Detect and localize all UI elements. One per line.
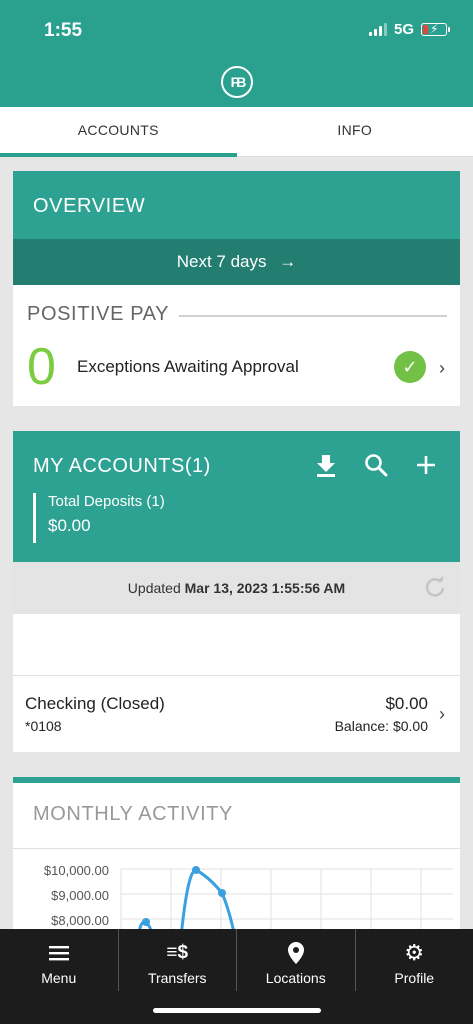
nav-transfers-label: Transfers [147, 970, 207, 986]
monthly-activity-card: MONTHLY ACTIVITY $10,000.00 $9,000.00 $8… [13, 777, 460, 938]
exceptions-label: Exceptions Awaiting Approval [77, 357, 299, 376]
monthly-activity-title: MONTHLY ACTIVITY [13, 783, 460, 849]
accounts-title: MY ACCOUNTS(1) [33, 455, 211, 477]
accounts-header: MY ACCOUNTS(1) Total Deposits (1) $0.00 [13, 431, 460, 562]
y-tick-label: $10,000.00 [44, 863, 109, 878]
data-point [192, 866, 200, 874]
overview-title: OVERVIEW [13, 171, 460, 239]
nav-menu-label: Menu [41, 970, 77, 986]
my-accounts-card: MY ACCOUNTS(1) Total Deposits (1) $0.00 … [13, 431, 460, 752]
account-amount: $0.00 [385, 694, 428, 713]
accounts-actions [312, 451, 440, 479]
bank-logo-icon: FB [221, 66, 253, 98]
monthly-activity-chart: $10,000.00 $9,000.00 $8,000.00 [44, 863, 453, 938]
status-bar: 1:55 5G ⚡ [0, 0, 473, 60]
overview-card: OVERVIEW Next 7 days → POSITIVE PAY 0 Ex… [13, 171, 460, 406]
exceptions-count: 0 [27, 338, 56, 396]
battery-icon: ⚡ [421, 22, 450, 36]
chevron-right-icon[interactable]: › [439, 358, 445, 379]
account-name: Checking (Closed) [25, 694, 165, 713]
location-pin-icon [237, 942, 355, 964]
arrow-right-icon: → [279, 252, 297, 271]
nav-transfers[interactable]: ≡$ Transfers [119, 929, 237, 991]
status-time: 1:55 [44, 20, 83, 41]
total-deposits-amount: $0.00 [48, 516, 91, 535]
total-deposits: Total Deposits (1) $0.00 [33, 493, 165, 543]
next-days-label: Next 7 days [176, 252, 267, 271]
account-balance: Balance: $0.00 [334, 718, 428, 734]
menu-icon [0, 942, 118, 964]
nav-locations-label: Locations [265, 970, 326, 986]
status-indicators: 5G ⚡ [368, 21, 450, 38]
data-point [218, 889, 226, 897]
nav-menu[interactable]: Menu [0, 929, 119, 991]
tab-info[interactable]: INFO [237, 107, 473, 156]
signal-icon [368, 23, 387, 36]
y-tick-label: $8,000.00 [51, 913, 109, 928]
data-point [142, 918, 150, 926]
transfers-icon: ≡$ [166, 942, 189, 963]
y-tick-label: $9,000.00 [51, 888, 109, 903]
app-header: FB [0, 60, 473, 107]
tab-bar: ACCOUNTS INFO [0, 107, 473, 157]
total-deposits-label: Total Deposits (1) [48, 493, 165, 510]
account-row[interactable]: Checking (Closed) *0108 $0.00 Balance: $… [13, 676, 460, 752]
positive-pay-title: POSITIVE PAY [27, 303, 170, 325]
updated-time: Mar 13, 2023 1:55:56 AM [184, 580, 346, 596]
checkmark-icon: ✓ [394, 351, 426, 383]
download-icon[interactable] [312, 451, 340, 479]
search-icon[interactable] [362, 451, 390, 479]
nav-profile[interactable]: ⚙ Profile [356, 929, 473, 991]
account-number: *0108 [25, 718, 62, 734]
home-indicator [153, 1008, 321, 1013]
spacer [13, 614, 460, 676]
series-line [136, 868, 237, 938]
tab-accounts[interactable]: ACCOUNTS [0, 107, 237, 157]
positive-pay-section[interactable]: POSITIVE PAY 0 Exceptions Awaiting Appro… [13, 285, 460, 406]
add-icon[interactable] [412, 451, 440, 479]
network-label: 5G [393, 21, 414, 38]
nav-profile-label: Profile [394, 970, 435, 986]
nav-locations[interactable]: Locations [237, 929, 356, 991]
next-7-days-button[interactable]: Next 7 days → [13, 239, 460, 285]
divider [179, 315, 447, 317]
updated-prefix: Updated [127, 580, 181, 596]
refresh-icon[interactable] [424, 576, 446, 598]
chevron-right-icon[interactable]: › [439, 704, 445, 725]
updated-bar: Updated Mar 13, 2023 1:55:56 AM [13, 562, 460, 614]
gear-icon: ⚙ [404, 940, 425, 965]
